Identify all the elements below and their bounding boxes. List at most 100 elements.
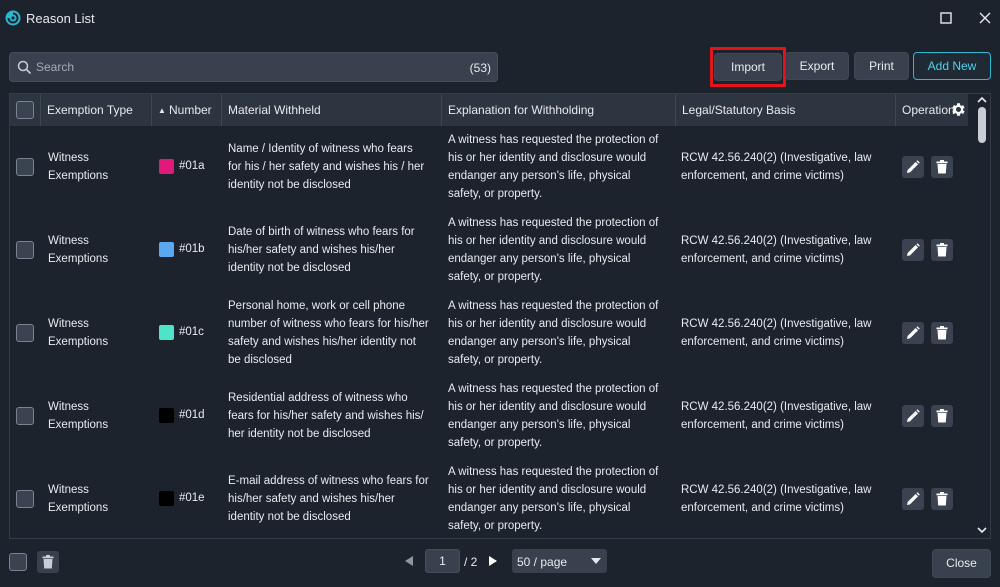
basis-line: enforcement, and crime victims)	[681, 502, 844, 514]
explanation-cell: A witness has requested the protection o…	[448, 463, 674, 535]
column-header-explanation[interactable]: Explanation for Withholding	[442, 94, 676, 126]
page-number-input[interactable]	[425, 549, 460, 573]
footer-select-all-checkbox[interactable]	[9, 553, 27, 571]
select-all-checkbox[interactable]	[16, 101, 34, 119]
export-button[interactable]: Export	[785, 52, 849, 80]
next-page-icon[interactable]	[488, 555, 498, 567]
previous-page-icon[interactable]	[404, 555, 414, 567]
edit-button[interactable]	[902, 239, 924, 261]
edit-button[interactable]	[902, 488, 924, 510]
row-checkbox[interactable]	[16, 241, 34, 259]
material-line: Residential address of witness who	[228, 392, 408, 404]
explanation-line: safety, or property.	[448, 271, 543, 283]
row-checkbox[interactable]	[16, 158, 34, 176]
row-checkbox[interactable]	[16, 324, 34, 342]
exemption-type-line: Witness	[48, 235, 89, 247]
number-cell: #01b	[179, 243, 205, 255]
number-cell: #01c	[179, 326, 204, 338]
material-withheld-cell: Personal home, work or cell phone number …	[228, 297, 442, 369]
search-result-count: (53)	[469, 61, 491, 75]
explanation-cell: A witness has requested the protection o…	[448, 297, 674, 369]
pencil-icon	[907, 160, 920, 173]
per-page-select[interactable]: 50 / page	[512, 549, 607, 573]
color-swatch	[159, 408, 174, 423]
explanation-line: his or her identity and disclosure would	[448, 401, 647, 413]
edit-button[interactable]	[902, 156, 924, 178]
vertical-scrollbar[interactable]	[973, 94, 990, 538]
exemption-type-line: Exemptions	[48, 336, 109, 348]
explanation-cell: A witness has requested the protection o…	[448, 380, 674, 452]
exemption-type-line: Witness	[48, 152, 89, 164]
explanation-line: endanger any person's life, physical	[448, 336, 631, 348]
table-row[interactable]: Witness Exemptions #01e E-mail address of…	[10, 458, 968, 538]
pencil-icon	[907, 409, 920, 422]
delete-button[interactable]	[931, 156, 953, 178]
column-header-exemption-type[interactable]: Exemption Type	[41, 94, 152, 126]
color-swatch	[159, 159, 174, 174]
pencil-icon	[907, 243, 920, 256]
explanation-line: A witness has requested the protection o…	[448, 134, 659, 146]
basis-line: RCW 42.56.240(2) (Investigative, law	[681, 152, 872, 164]
delete-button[interactable]	[931, 239, 953, 261]
number-cell: #01d	[179, 409, 205, 421]
exemption-type-cell: Witness Exemptions	[48, 398, 148, 434]
import-highlight-box	[710, 47, 786, 87]
exemption-type-cell: Witness Exemptions	[48, 315, 148, 351]
search-input[interactable]	[36, 57, 436, 77]
edit-button[interactable]	[902, 322, 924, 344]
column-header-number[interactable]: ▲ Number	[152, 94, 222, 126]
row-checkbox[interactable]	[16, 490, 34, 508]
pencil-icon	[907, 492, 920, 505]
sort-ascending-icon: ▲	[158, 106, 166, 115]
window-title: Reason List	[26, 11, 95, 26]
explanation-line: his or her identity and disclosure would	[448, 484, 647, 496]
explanation-line: safety, or property.	[448, 188, 543, 200]
table-row[interactable]: Witness Exemptions #01c Personal home, wo…	[10, 292, 968, 375]
trash-icon	[936, 160, 948, 174]
delete-button[interactable]	[931, 488, 953, 510]
edit-button[interactable]	[902, 405, 924, 427]
trash-icon	[936, 243, 948, 257]
explanation-line: endanger any person's life, physical	[448, 170, 631, 182]
print-button[interactable]: Print	[854, 52, 909, 80]
table-row[interactable]: Witness Exemptions #01d Residential addre…	[10, 375, 968, 458]
delete-button[interactable]	[931, 322, 953, 344]
explanation-line: his or her identity and disclosure would	[448, 235, 647, 247]
close-button[interactable]: Close	[932, 549, 991, 578]
exemption-type-cell: Witness Exemptions	[48, 232, 148, 268]
material-line: Name / Identity of witness who fears	[228, 143, 413, 155]
material-line: his/her safety and wishes his/her	[228, 493, 395, 505]
material-line: fears for his/her safety and wishes his/	[228, 410, 424, 422]
material-line: safety and wishes his/her identity not	[228, 336, 416, 348]
legal-basis-cell: RCW 42.56.240(2) (Investigative, law enfo…	[681, 398, 895, 434]
close-window-button[interactable]	[976, 9, 994, 27]
table-row[interactable]: Witness Exemptions #01b Date of birth of …	[10, 209, 968, 292]
material-withheld-cell: Residential address of witness who fears …	[228, 389, 442, 443]
trash-icon	[936, 326, 948, 340]
add-new-button[interactable]: Add New	[913, 52, 991, 80]
explanation-line: safety, or property.	[448, 520, 543, 532]
material-line: his/her safety and wishes his/her	[228, 244, 395, 256]
material-line: for his / her safety and wishes his / he…	[228, 161, 425, 173]
basis-line: RCW 42.56.240(2) (Investigative, law	[681, 401, 872, 413]
material-line: Personal home, work or cell phone	[228, 300, 406, 312]
basis-line: enforcement, and crime victims)	[681, 419, 844, 431]
legal-basis-cell: RCW 42.56.240(2) (Investigative, law enfo…	[681, 315, 895, 351]
column-header-material-withheld[interactable]: Material Withheld	[222, 94, 442, 126]
maximize-button[interactable]	[937, 9, 955, 27]
scroll-up-icon[interactable]	[977, 96, 987, 104]
explanation-line: A witness has requested the protection o…	[448, 217, 659, 229]
row-checkbox[interactable]	[16, 407, 34, 425]
material-line: E-mail address of witness who fears for	[228, 475, 429, 487]
scroll-down-icon[interactable]	[977, 526, 987, 534]
gear-icon[interactable]	[950, 101, 967, 118]
search-box[interactable]: (53)	[9, 52, 498, 82]
table-header: Exemption Type ▲ Number Material Withheld…	[10, 94, 968, 126]
basis-line: enforcement, and crime victims)	[681, 253, 844, 265]
delete-button[interactable]	[931, 405, 953, 427]
table-row[interactable]: Witness Exemptions #01a Name / Identity o…	[10, 126, 968, 209]
scrollbar-thumb[interactable]	[978, 107, 986, 143]
column-header-legal-basis[interactable]: Legal/Statutory Basis	[676, 94, 896, 126]
bulk-delete-button[interactable]	[37, 551, 59, 573]
trash-icon	[936, 409, 948, 423]
